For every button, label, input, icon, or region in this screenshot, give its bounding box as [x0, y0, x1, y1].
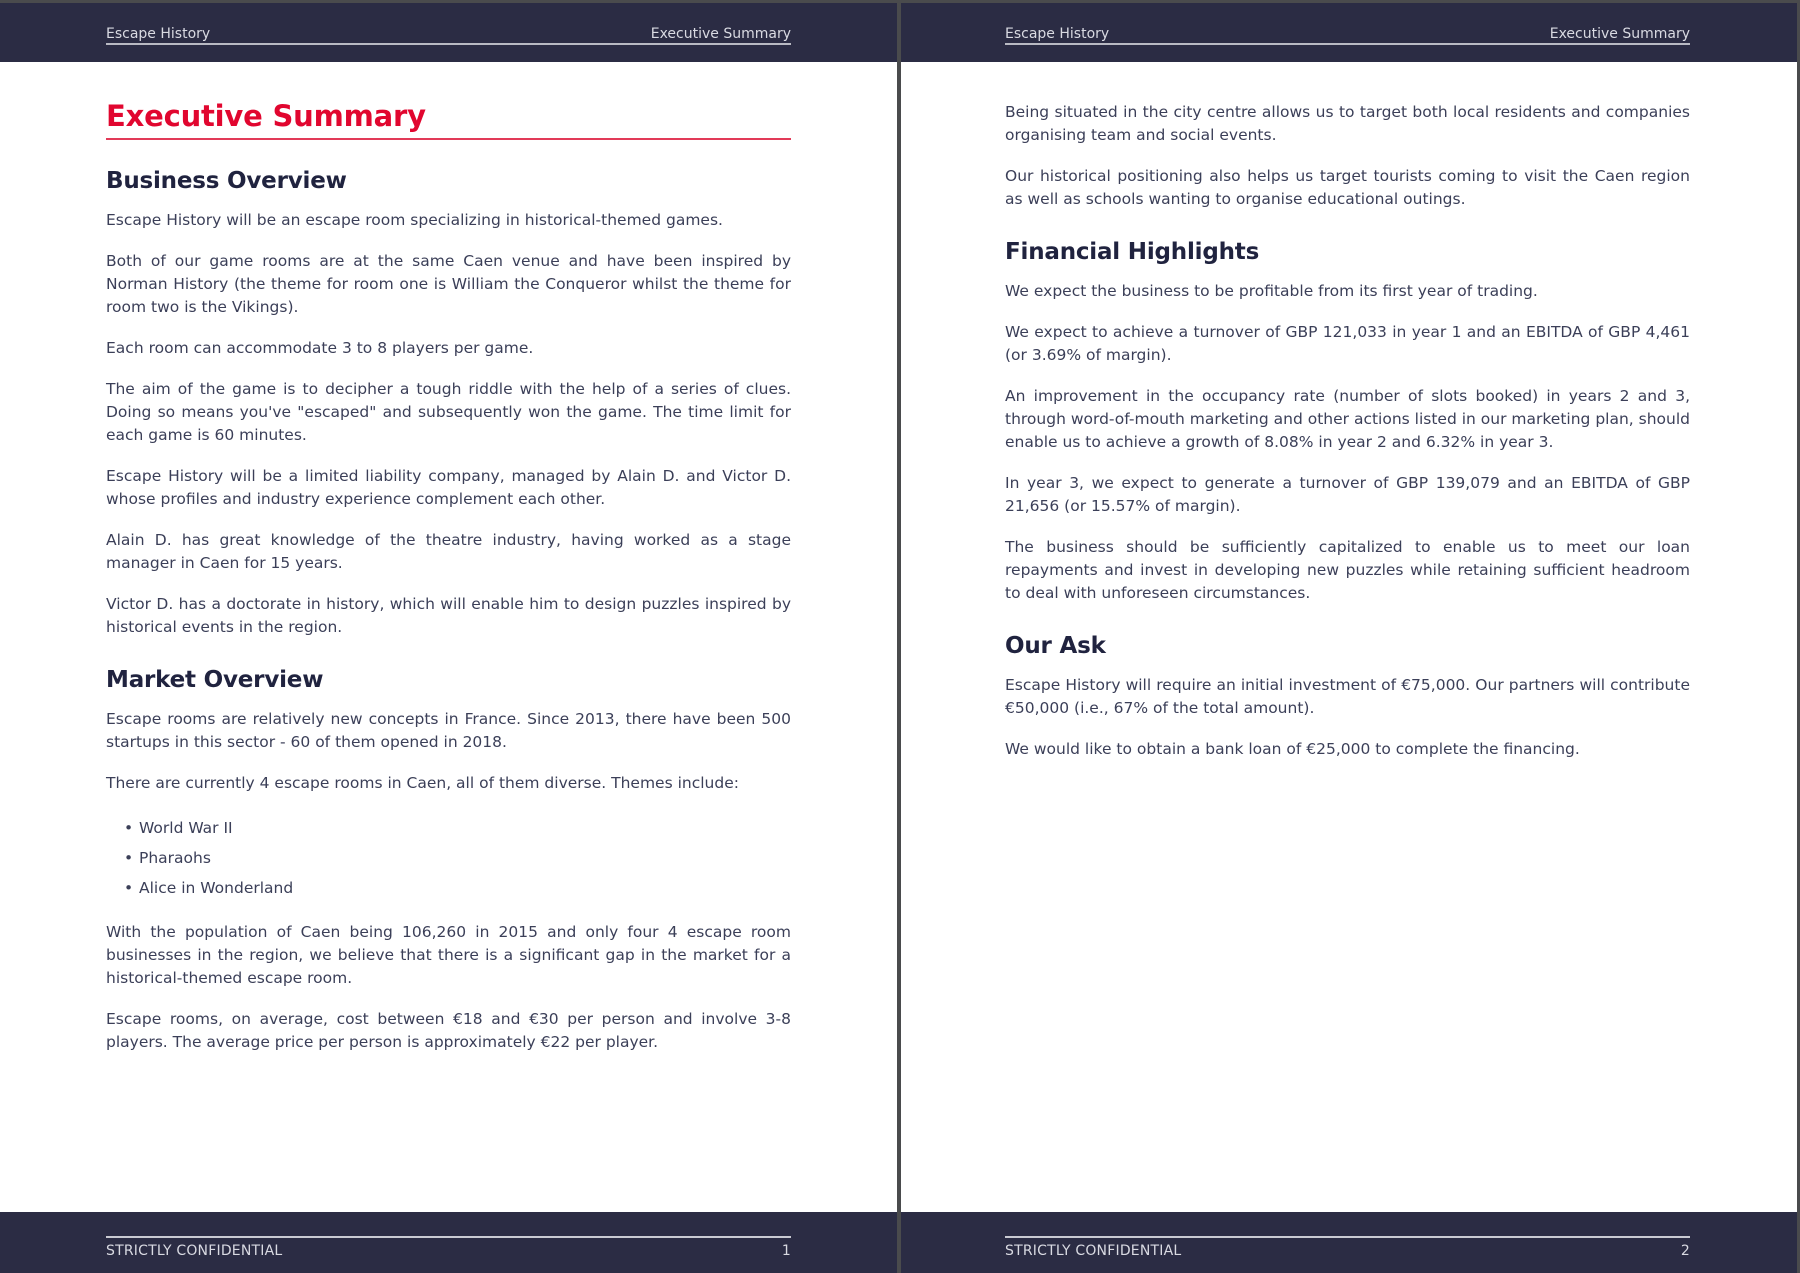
footer-confidential-label: STRICTLY CONFIDENTIAL [106, 1243, 283, 1259]
page-2: Escape History Executive Summary Being s… [901, 3, 1797, 1273]
footer-confidential-label: STRICTLY CONFIDENTIAL [1005, 1243, 1182, 1259]
paragraph: Escape History will be a limited liabili… [106, 467, 791, 508]
page-number: 2 [1680, 1243, 1690, 1259]
paragraph: With the population of Caen being 106,26… [106, 923, 791, 987]
bullet-icon: • [124, 819, 134, 837]
header-company-name: Escape History [106, 26, 211, 42]
page-header: Escape History Executive Summary [901, 3, 1797, 62]
section-heading-financial-highlights: Financial Highlights [1005, 239, 1260, 265]
paragraph: Being situated in the city centre allows… [1005, 103, 1690, 144]
page-footer: STRICTLY CONFIDENTIAL 2 [901, 1212, 1797, 1273]
paragraph: We expect the business to be profitable … [1005, 282, 1538, 300]
paragraph: The aim of the game is to decipher a tou… [106, 380, 791, 444]
paragraph: Both of our game rooms are at the same C… [106, 252, 791, 316]
paragraph: We would like to obtain a bank loan of €… [1005, 740, 1580, 758]
paragraph: Escape rooms are relatively new concepts… [106, 710, 791, 751]
paragraph: An improvement in the occupancy rate (nu… [1005, 387, 1690, 451]
header-section-name: Executive Summary [1549, 26, 1690, 42]
paragraph: Victor D. has a doctorate in history, wh… [106, 595, 791, 636]
header-company-name: Escape History [1005, 26, 1110, 42]
paragraph: We expect to achieve a turnover of GBP 1… [1005, 323, 1690, 364]
page-content: Executive Summary Business Overview Esca… [106, 97, 791, 1054]
paragraph: There are currently 4 escape rooms in Ca… [106, 774, 739, 792]
paragraph: In year 3, we expect to generate a turno… [1005, 474, 1690, 515]
paragraph: Escape rooms, on average, cost between €… [106, 1010, 791, 1051]
paragraph: Escape History will be an escape room sp… [106, 211, 723, 229]
bullet-icon: • [124, 879, 134, 897]
section-heading-our-ask: Our Ask [1005, 633, 1106, 659]
page-title: Executive Summary [106, 97, 791, 140]
list-item: • Alice in Wonderland [106, 873, 791, 903]
bullet-icon: • [124, 849, 134, 867]
paragraph: Alain D. has great knowledge of the thea… [106, 531, 791, 572]
list-item: • World War II [106, 813, 791, 843]
themes-list: • World War II • Pharaohs • Alice in Wonder… [106, 813, 791, 903]
paragraph: The business should be sufficiently capi… [1005, 538, 1690, 602]
page-1: Escape History Executive Summary Executi… [0, 3, 897, 1273]
page-content: Being situated in the city centre allows… [1005, 101, 1690, 761]
paragraph: Our historical positioning also helps us… [1005, 167, 1690, 208]
section-heading-business-overview: Business Overview [106, 168, 347, 194]
list-item-text: Alice in Wonderland [139, 879, 294, 897]
page-footer: STRICTLY CONFIDENTIAL 1 [0, 1212, 897, 1273]
paragraph: Each room can accommodate 3 to 8 players… [106, 339, 534, 357]
list-item-text: World War II [139, 819, 233, 837]
page-number: 1 [781, 1243, 791, 1259]
paragraph: Escape History will require an initial i… [1005, 676, 1690, 717]
list-item-text: Pharaohs [139, 849, 211, 867]
page-header: Escape History Executive Summary [0, 3, 897, 62]
section-heading-market-overview: Market Overview [106, 667, 324, 693]
list-item: • Pharaohs [106, 843, 791, 873]
header-section-name: Executive Summary [650, 26, 791, 42]
